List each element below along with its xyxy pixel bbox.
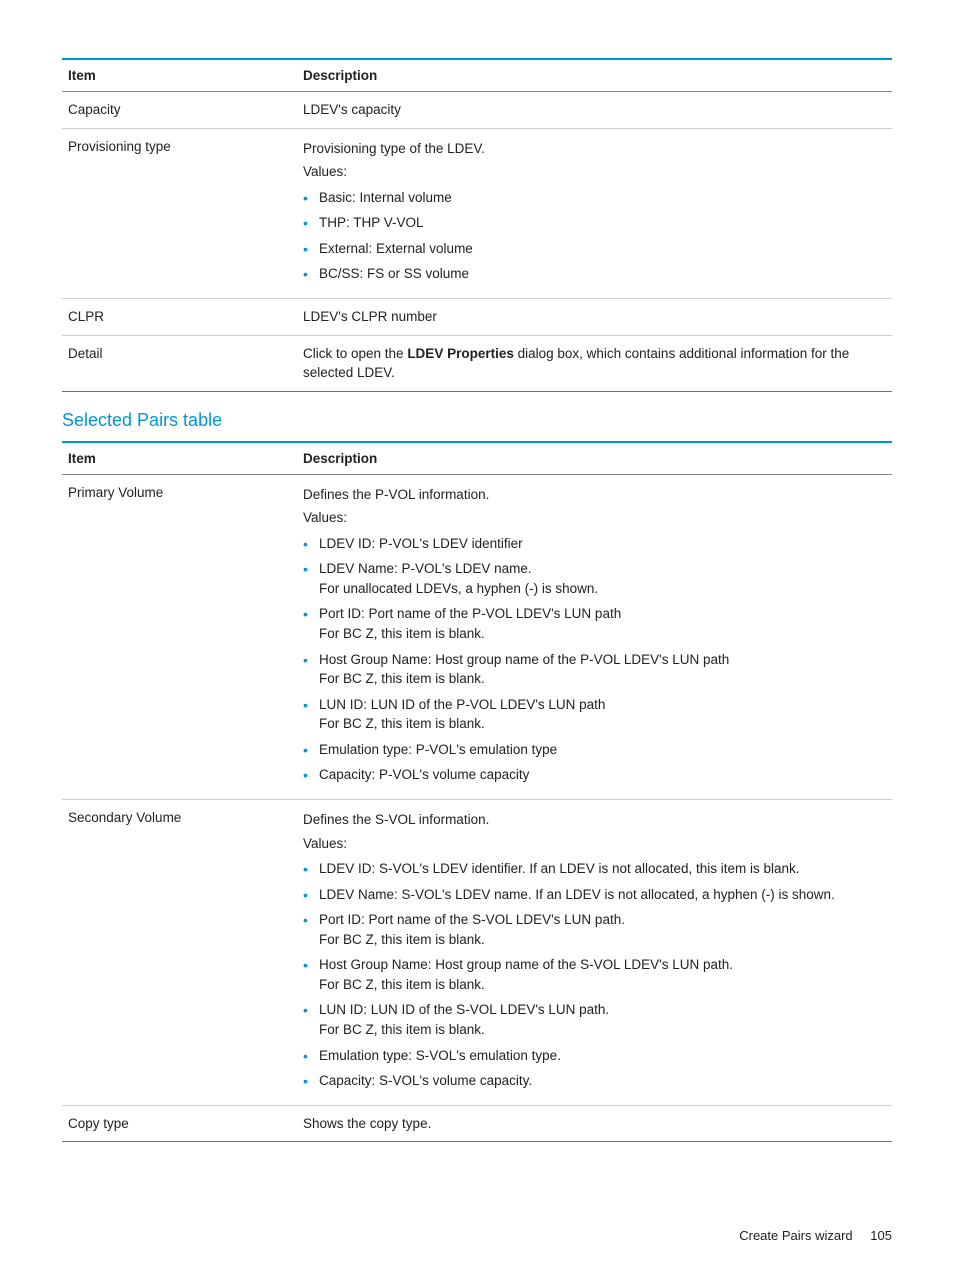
row-item-capacity: Capacity: [62, 92, 297, 129]
pvol-b3b: For BC Z, this item is blank.: [319, 671, 485, 686]
svol-b4a: LUN ID: LUN ID of the S-VOL LDEV's LUN p…: [319, 1002, 609, 1017]
table-row: CLPR LDEV's CLPR number: [62, 298, 892, 335]
row-item-secondary-volume: Secondary Volume: [62, 799, 297, 1105]
pvol-b4a: LUN ID: LUN ID of the P-VOL LDEV's LUN p…: [319, 697, 605, 712]
pvol-b4b: For BC Z, this item is blank.: [319, 716, 485, 731]
row-desc-detail: Click to open the LDEV Properties dialog…: [297, 335, 892, 391]
svol-b3b: For BC Z, this item is blank.: [319, 977, 485, 992]
provtype-intro1: Provisioning type of the LDEV.: [303, 139, 886, 159]
ldev-fields-table: Item Description Capacity LDEV's capacit…: [62, 58, 892, 392]
list-item: Host Group Name: Host group name of the …: [303, 650, 886, 689]
table-row: Provisioning type Provisioning type of t…: [62, 128, 892, 298]
row-item-provtype: Provisioning type: [62, 128, 297, 298]
section-heading-selected-pairs: Selected Pairs table: [62, 410, 892, 431]
pvol-intro2: Values:: [303, 508, 886, 528]
list-item: LUN ID: LUN ID of the P-VOL LDEV's LUN p…: [303, 695, 886, 734]
svol-b3a: Host Group Name: Host group name of the …: [319, 957, 733, 972]
detail-bold: LDEV Properties: [407, 346, 514, 361]
pvol-intro1: Defines the P-VOL information.: [303, 485, 886, 505]
table-row: Capacity LDEV's capacity: [62, 92, 892, 129]
pvol-b2a: Port ID: Port name of the P-VOL LDEV's L…: [319, 606, 621, 621]
detail-pre: Click to open the: [303, 346, 407, 361]
list-item: Basic: Internal volume: [303, 188, 886, 208]
t1-head-item: Item: [62, 59, 297, 92]
list-item: LDEV Name: P-VOL's LDEV name. For unallo…: [303, 559, 886, 598]
row-item-primary-volume: Primary Volume: [62, 474, 297, 799]
list-item: Host Group Name: Host group name of the …: [303, 955, 886, 994]
list-item: Emulation type: S-VOL's emulation type.: [303, 1046, 886, 1066]
pvol-b3a: Host Group Name: Host group name of the …: [319, 652, 729, 667]
row-item-copy-type: Copy type: [62, 1105, 297, 1142]
row-desc-copy-type: Shows the copy type.: [297, 1105, 892, 1142]
provtype-intro2: Values:: [303, 162, 886, 182]
pvol-b1b: For unallocated LDEVs, a hyphen (-) is s…: [319, 581, 598, 596]
row-item-detail: Detail: [62, 335, 297, 391]
table-row: Detail Click to open the LDEV Properties…: [62, 335, 892, 391]
footer-section-name: Create Pairs wizard: [739, 1228, 852, 1243]
row-desc-secondary-volume: Defines the S-VOL information. Values: L…: [297, 799, 892, 1105]
pvol-b1a: LDEV Name: P-VOL's LDEV name.: [319, 561, 532, 576]
svol-b4b: For BC Z, this item is blank.: [319, 1022, 485, 1037]
table-row: Copy type Shows the copy type.: [62, 1105, 892, 1142]
list-item: External: External volume: [303, 239, 886, 259]
list-item: Port ID: Port name of the P-VOL LDEV's L…: [303, 604, 886, 643]
list-item: LDEV Name: S-VOL's LDEV name. If an LDEV…: [303, 885, 886, 905]
list-item: Capacity: P-VOL's volume capacity: [303, 765, 886, 785]
pvol-b2b: For BC Z, this item is blank.: [319, 626, 485, 641]
table-row: Primary Volume Defines the P-VOL informa…: [62, 474, 892, 799]
t2-head-desc: Description: [297, 442, 892, 475]
t2-head-item: Item: [62, 442, 297, 475]
list-item: Port ID: Port name of the S-VOL LDEV's L…: [303, 910, 886, 949]
list-item: BC/SS: FS or SS volume: [303, 264, 886, 284]
row-desc-provtype: Provisioning type of the LDEV. Values: B…: [297, 128, 892, 298]
svol-b2a: Port ID: Port name of the S-VOL LDEV's L…: [319, 912, 625, 927]
t1-head-desc: Description: [297, 59, 892, 92]
list-item: Emulation type: P-VOL's emulation type: [303, 740, 886, 760]
svol-intro2: Values:: [303, 834, 886, 854]
row-desc-clpr: LDEV's CLPR number: [297, 298, 892, 335]
row-desc-capacity: LDEV's capacity: [297, 92, 892, 129]
list-item: LDEV ID: S-VOL's LDEV identifier. If an …: [303, 859, 886, 879]
table-row: Secondary Volume Defines the S-VOL infor…: [62, 799, 892, 1105]
row-desc-primary-volume: Defines the P-VOL information. Values: L…: [297, 474, 892, 799]
svol-b2b: For BC Z, this item is blank.: [319, 932, 485, 947]
selected-pairs-table: Item Description Primary Volume Defines …: [62, 441, 892, 1143]
footer-page-number: 105: [870, 1228, 892, 1243]
list-item: THP: THP V-VOL: [303, 213, 886, 233]
list-item: LDEV ID: P-VOL's LDEV identifier: [303, 534, 886, 554]
row-item-clpr: CLPR: [62, 298, 297, 335]
list-item: LUN ID: LUN ID of the S-VOL LDEV's LUN p…: [303, 1000, 886, 1039]
page-footer: Create Pairs wizard 105: [739, 1228, 892, 1243]
list-item: Capacity: S-VOL's volume capacity.: [303, 1071, 886, 1091]
svol-intro1: Defines the S-VOL information.: [303, 810, 886, 830]
